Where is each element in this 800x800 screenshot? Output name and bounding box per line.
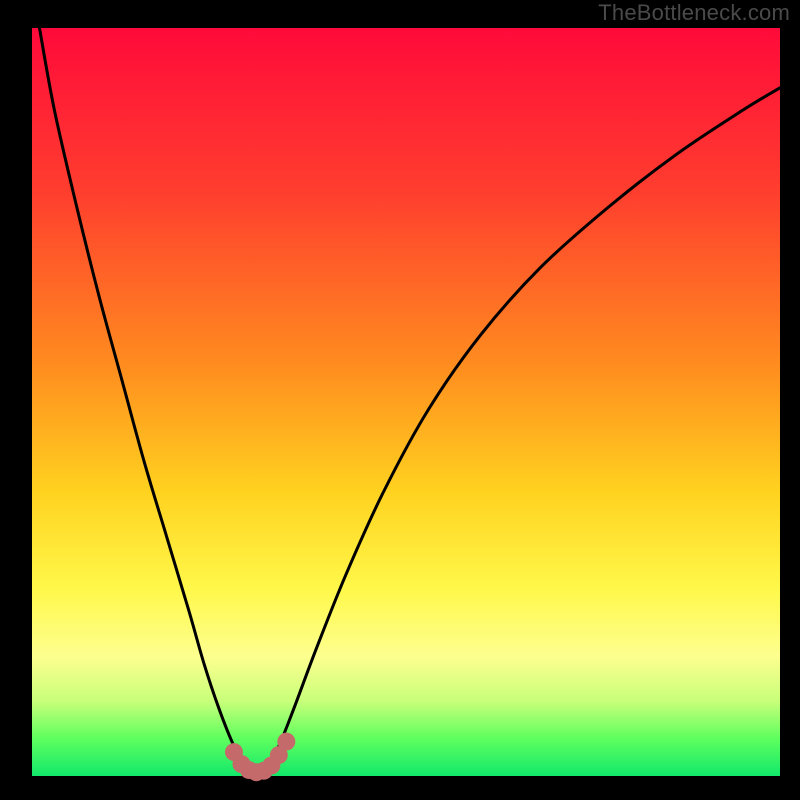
optimum-marker	[277, 733, 295, 751]
watermark-text: TheBottleneck.com	[598, 0, 790, 26]
plot-background	[32, 28, 780, 776]
chart-frame: TheBottleneck.com	[0, 0, 800, 800]
bottleneck-chart	[0, 0, 800, 800]
